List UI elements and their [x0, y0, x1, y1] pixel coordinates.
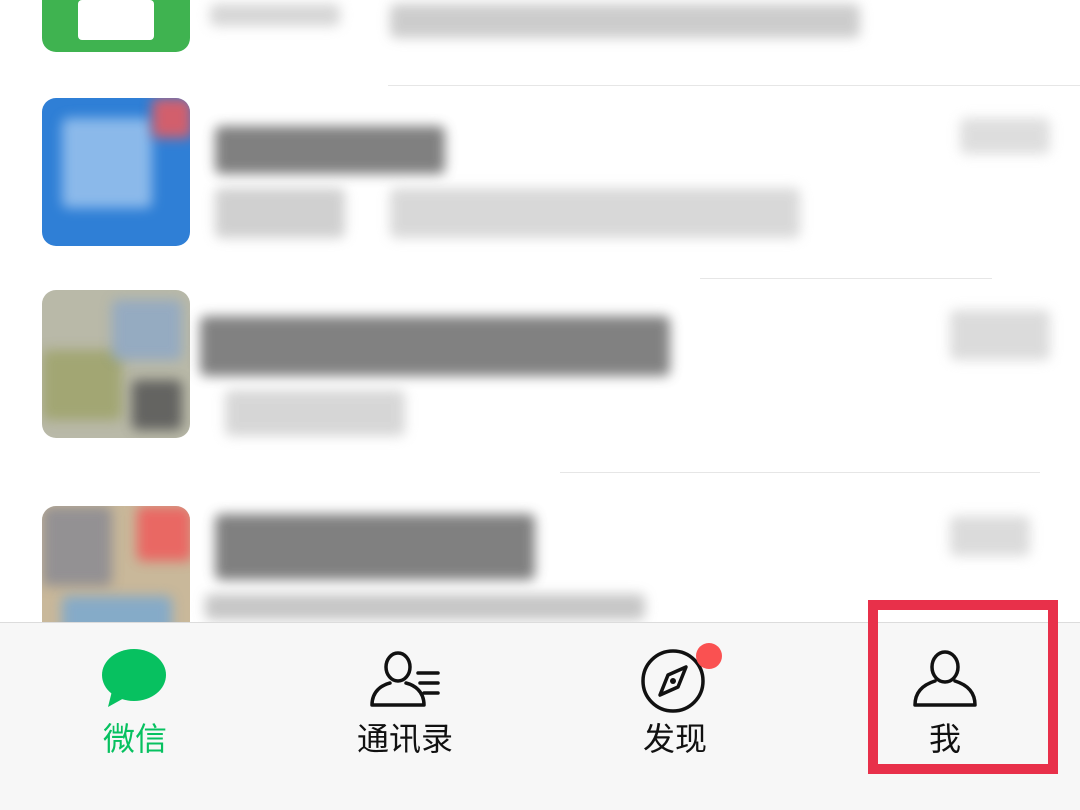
avatar	[42, 506, 190, 622]
chat-row[interactable]	[0, 0, 1080, 86]
avatar	[42, 98, 190, 246]
blurred-content	[210, 4, 340, 26]
blurred-content	[205, 594, 645, 620]
blurred-content	[215, 188, 345, 238]
blurred-content	[390, 188, 800, 238]
avatar	[42, 290, 190, 438]
chat-row[interactable]	[0, 86, 1080, 280]
tab-label: 微信	[102, 720, 167, 758]
chat-list	[0, 0, 1080, 622]
blurred-content	[950, 310, 1050, 360]
contacts-icon	[368, 647, 442, 713]
blurred-content	[215, 126, 445, 174]
blurred-content	[225, 390, 405, 436]
tab-contacts[interactable]: 通讯录	[270, 623, 540, 810]
row-divider	[700, 278, 992, 279]
chat-bubble-icon	[98, 647, 172, 713]
tab-label: 通讯录	[356, 720, 453, 758]
avatar	[42, 0, 190, 52]
blurred-content	[200, 316, 670, 376]
tab-discover[interactable]: 发现	[540, 623, 810, 810]
notification-badge	[696, 643, 722, 669]
highlight-box	[868, 600, 1058, 774]
chat-row[interactable]	[0, 280, 1080, 474]
tab-label: 发现	[642, 720, 707, 758]
blurred-content	[390, 4, 860, 38]
row-divider	[560, 472, 1040, 473]
tab-chats[interactable]: 微信	[0, 623, 270, 810]
blurred-content	[215, 514, 535, 580]
blurred-content	[950, 516, 1030, 556]
blurred-content	[960, 118, 1050, 154]
